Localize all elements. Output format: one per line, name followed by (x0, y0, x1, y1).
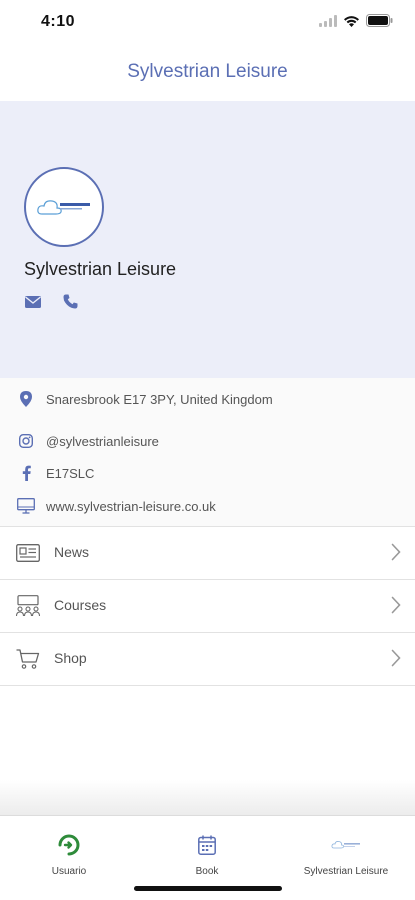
address-text: Snaresbrook E17 3PY, United Kingdom (46, 391, 273, 407)
wifi-icon (343, 15, 360, 27)
contact-actions (25, 294, 78, 309)
chevron-right-icon (391, 649, 401, 667)
address-row[interactable]: Snaresbrook E17 3PY, United Kingdom (0, 387, 415, 411)
monitor-icon (17, 497, 35, 515)
menu-item-shop[interactable]: Shop (0, 632, 415, 685)
menu-divider (0, 685, 415, 686)
instagram-handle: @sylvestrianleisure (46, 433, 159, 449)
status-icons (319, 14, 393, 27)
menu-label-courses: Courses (54, 597, 107, 613)
courses-icon (15, 594, 41, 618)
facebook-row[interactable]: E17SLC (0, 461, 415, 485)
calendar-icon (198, 834, 216, 856)
menu-item-courses[interactable]: Courses (0, 579, 415, 632)
facebook-icon (17, 464, 35, 482)
home-indicator (134, 886, 282, 891)
tab-sylvestrian-leisure[interactable]: Sylvestrian Leisure (277, 816, 415, 886)
menu-label-news: News (54, 544, 90, 560)
newspaper-icon (15, 541, 41, 565)
menu-item-news[interactable]: News (0, 526, 415, 579)
tab-label-usuario: Usuario (51, 866, 87, 877)
tab-book[interactable]: Book (138, 816, 276, 886)
tab-label-book: Book (195, 866, 219, 877)
chevron-right-icon (391, 596, 401, 614)
profile-header: Sylvestrian Leisure (0, 101, 415, 378)
scroll-shadow (0, 780, 415, 815)
website-link: www.sylvestrian-leisure.co.uk (46, 498, 216, 514)
facebook-page: E17SLC (46, 465, 95, 481)
cloud-logo-icon (37, 200, 90, 215)
profile-name: Sylvestrian Leisure (24, 259, 177, 279)
club-logo-icon (331, 834, 361, 856)
map-pin-icon (17, 390, 35, 408)
info-section: Snaresbrook E17 3PY, United Kingdom @syl… (0, 378, 415, 527)
signal-icon (319, 14, 337, 27)
instagram-row[interactable]: @sylvestrianleisure (0, 429, 415, 453)
page-title: Sylvestrian Leisure (127, 61, 288, 82)
cart-icon (15, 647, 41, 671)
instagram-icon (17, 432, 35, 450)
chevron-right-icon (391, 543, 401, 561)
website-row[interactable]: www.sylvestrian-leisure.co.uk (0, 494, 415, 518)
envelope-icon[interactable] (25, 295, 41, 308)
status-time: 4:10 (41, 13, 76, 30)
phone-icon[interactable] (63, 294, 78, 309)
battery-icon (366, 14, 393, 27)
club-logo (24, 167, 104, 247)
menu-label-shop: Shop (54, 650, 87, 666)
tab-label-sylvestrian-leisure: Sylvestrian Leisure (303, 866, 389, 877)
status-bar: 4:10 (0, 0, 415, 44)
tab-usuario[interactable]: Usuario (0, 816, 138, 886)
user-logo-icon (57, 834, 81, 856)
